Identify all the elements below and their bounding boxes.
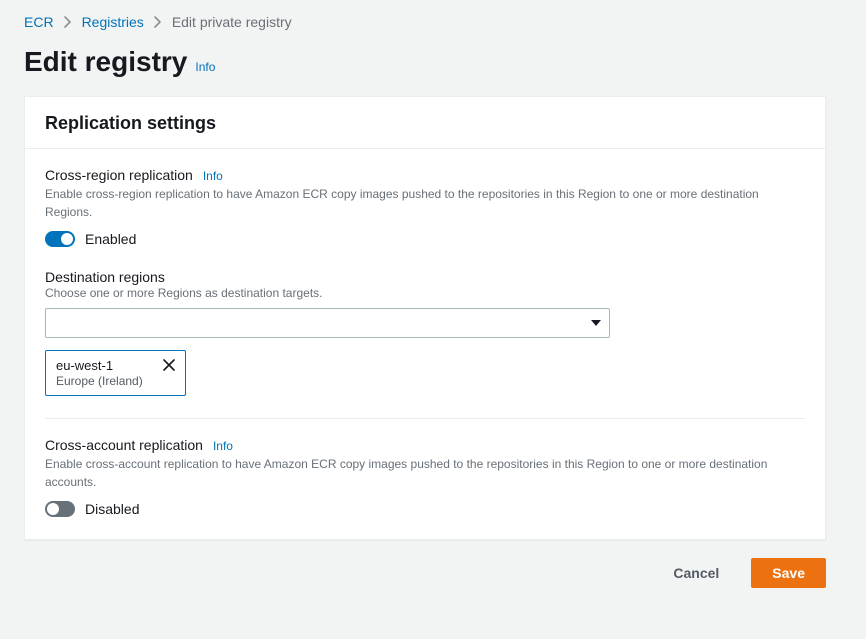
cross-region-help: Enable cross-region replication to have … xyxy=(45,185,785,221)
region-token-code: eu-west-1 xyxy=(56,358,143,373)
cross-region-label: Cross-region replication xyxy=(45,167,193,183)
cross-region-toggle-label: Enabled xyxy=(85,231,136,247)
toggle-knob xyxy=(47,503,59,515)
destination-regions-field: Destination regions Choose one or more R… xyxy=(45,269,805,396)
destination-help: Choose one or more Regions as destinatio… xyxy=(45,286,805,300)
cross-region-toggle[interactable] xyxy=(45,231,75,247)
save-button[interactable]: Save xyxy=(751,558,826,588)
toggle-knob xyxy=(61,233,73,245)
info-link-cross-region[interactable]: Info xyxy=(203,169,223,183)
breadcrumb-current: Edit private registry xyxy=(172,14,292,30)
info-link-cross-account[interactable]: Info xyxy=(213,439,233,453)
breadcrumb-root[interactable]: ECR xyxy=(24,14,54,30)
info-link-page[interactable]: Info xyxy=(195,60,215,74)
replication-settings-panel: Replication settings Cross-region replic… xyxy=(24,96,826,540)
cancel-button[interactable]: Cancel xyxy=(653,559,739,587)
breadcrumb-parent[interactable]: Registries xyxy=(82,14,144,30)
panel-header: Replication settings xyxy=(25,97,825,149)
chevron-right-icon xyxy=(64,16,72,28)
close-icon[interactable] xyxy=(163,358,175,371)
cross-region-section: Cross-region replication Info Enable cro… xyxy=(45,167,805,396)
region-token-name: Europe (Ireland) xyxy=(56,374,143,388)
breadcrumb: ECR Registries Edit private registry xyxy=(24,14,826,30)
panel-title: Replication settings xyxy=(45,113,805,134)
page-title: Edit registry xyxy=(24,46,187,78)
destination-regions-select[interactable] xyxy=(45,308,610,338)
chevron-right-icon xyxy=(154,16,162,28)
cross-account-help: Enable cross-account replication to have… xyxy=(45,455,785,491)
form-actions: Cancel Save xyxy=(24,558,826,588)
region-token: eu-west-1 Europe (Ireland) xyxy=(45,350,186,396)
caret-down-icon xyxy=(591,320,601,326)
cross-account-label: Cross-account replication xyxy=(45,437,203,453)
cross-account-toggle[interactable] xyxy=(45,501,75,517)
cross-account-toggle-label: Disabled xyxy=(85,501,139,517)
cross-account-section: Cross-account replication Info Enable cr… xyxy=(45,418,805,517)
destination-label: Destination regions xyxy=(45,269,805,285)
